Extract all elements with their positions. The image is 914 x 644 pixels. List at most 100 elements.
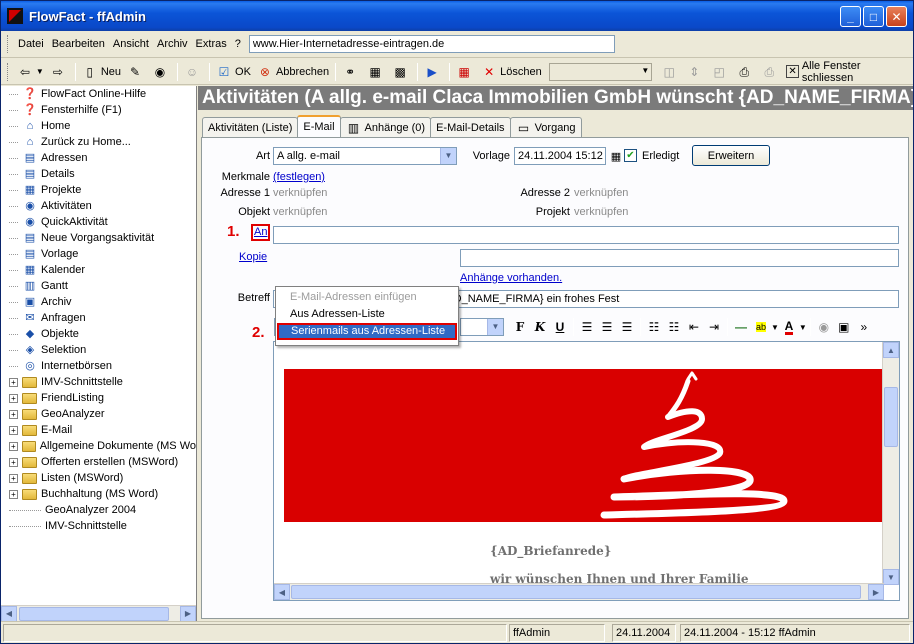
- scroll-up-button[interactable]: ▲: [883, 342, 899, 358]
- menu-ansicht[interactable]: Ansicht: [109, 38, 153, 50]
- an-input[interactable]: [273, 226, 899, 244]
- tree-item[interactable]: ❓ Fensterhilfe (F1): [1, 102, 196, 118]
- minimize-button[interactable]: _: [840, 6, 861, 27]
- new-button[interactable]: ▯ Neu: [79, 61, 124, 83]
- tree-item[interactable]: ▤ Details: [1, 166, 196, 182]
- tree-item[interactable]: ⌂ Zurück zu Home...: [1, 134, 196, 150]
- bullet-list-button[interactable]: ☷: [664, 317, 684, 337]
- align-center-button[interactable]: ☰: [597, 317, 617, 337]
- tool-button[interactable]: ✎: [124, 61, 149, 83]
- scroll-left-button[interactable]: ◀: [1, 605, 17, 621]
- email-body-editor[interactable]: {AD_Briefanrede} wir wünschen Ihnen und …: [273, 341, 900, 601]
- bold-button[interactable]: F: [510, 317, 530, 337]
- art-select[interactable]: A allg. e-mail ▼: [273, 147, 457, 165]
- tab-process[interactable]: ▭ Vorgang: [509, 117, 582, 137]
- expand-icon[interactable]: +: [9, 441, 18, 451]
- print-button[interactable]: ⎙: [758, 61, 783, 83]
- chevron-down-icon[interactable]: ▼: [771, 323, 779, 332]
- expand-icon[interactable]: +: [9, 377, 18, 387]
- tree-item[interactable]: ▤ Adressen: [1, 150, 196, 166]
- align-right-button[interactable]: ☰: [617, 317, 637, 337]
- tree-item[interactable]: ◈ Selektion: [1, 342, 196, 358]
- export-button[interactable]: ⎙: [733, 61, 758, 83]
- menu-grip[interactable]: [7, 35, 10, 53]
- tree-item[interactable]: ◉ QuickAktivität: [1, 214, 196, 230]
- projekt-value[interactable]: verknüpfen: [574, 206, 628, 218]
- insert-image-button[interactable]: ▣: [834, 317, 854, 337]
- search-button[interactable]: ⚭: [339, 61, 364, 83]
- font-size-select[interactable]: ▼: [460, 318, 504, 336]
- chevron-down-icon[interactable]: ▼: [487, 319, 503, 335]
- expand-icon[interactable]: +: [9, 393, 18, 403]
- horizontal-line-button[interactable]: —: [731, 317, 751, 337]
- tree-folder[interactable]: + Offerten erstellen (MSWord): [1, 454, 196, 470]
- chevron-down-icon[interactable]: ▼: [799, 323, 807, 332]
- forward-button[interactable]: ⇨: [47, 61, 72, 83]
- play-button[interactable]: ▶: [421, 61, 446, 83]
- tree-folder[interactable]: + Listen (MSWord): [1, 470, 196, 486]
- tab-attachments[interactable]: ▥ Anhänge (0): [339, 117, 432, 137]
- tree-folder[interactable]: + Allgemeine Dokumente (MS Wo: [1, 438, 196, 454]
- tree-folder[interactable]: + Buchhaltung (MS Word): [1, 486, 196, 502]
- adresse1-value[interactable]: verknüpfen: [273, 187, 327, 199]
- objekt-value[interactable]: verknüpfen: [273, 206, 327, 218]
- font-color-button[interactable]: A: [779, 317, 799, 337]
- editor-horizontal-scrollbar[interactable]: ◀ ▶: [274, 583, 884, 600]
- nav3-button[interactable]: ◰: [708, 61, 733, 83]
- view-button[interactable]: ◉: [149, 61, 174, 83]
- menu-help[interactable]: ?: [231, 38, 245, 50]
- close-button[interactable]: ✕: [886, 6, 907, 27]
- close-all-button[interactable]: ✕ Alle Fenster schliessen: [783, 60, 913, 84]
- tree-item[interactable]: ▦ Projekte: [1, 182, 196, 198]
- align-left-button[interactable]: ☰: [577, 317, 597, 337]
- menu-archiv[interactable]: Archiv: [153, 38, 192, 50]
- tree-folder[interactable]: + E-Mail: [1, 422, 196, 438]
- calendar-picker-icon[interactable]: ▦: [608, 149, 624, 165]
- tree-item[interactable]: ◉ Aktivitäten: [1, 198, 196, 214]
- tab-activities-list[interactable]: Aktivitäten (Liste): [202, 117, 299, 137]
- people-button[interactable]: ☺: [181, 61, 206, 83]
- delete-table-button[interactable]: ▦: [453, 61, 478, 83]
- tree-item[interactable]: ✉ Anfragen: [1, 310, 196, 326]
- filter-button[interactable]: ▩: [389, 61, 414, 83]
- toolbar-grip[interactable]: [7, 62, 10, 81]
- tree-item[interactable]: ◆ Objekte: [1, 326, 196, 342]
- expand-icon[interactable]: +: [9, 409, 18, 419]
- tree-folder[interactable]: + IMV-Schnittstelle: [1, 374, 196, 390]
- tree-item[interactable]: IMV-Schnittstelle: [1, 518, 196, 534]
- tree-horizontal-scrollbar[interactable]: ◀ ▶: [1, 605, 196, 621]
- back-button[interactable]: ⇦ ▼: [14, 61, 47, 83]
- highlight-button[interactable]: ab: [751, 317, 771, 337]
- tree-item[interactable]: ▥ Gantt: [1, 278, 196, 294]
- scroll-thumb[interactable]: [291, 585, 861, 599]
- scroll-right-button[interactable]: ▶: [868, 584, 884, 600]
- scroll-thumb[interactable]: [884, 387, 898, 447]
- attachments-link[interactable]: Anhänge vorhanden.: [460, 272, 562, 284]
- tree-item[interactable]: ▤ Vorlage: [1, 246, 196, 262]
- tree-folder[interactable]: + FriendListing: [1, 390, 196, 406]
- table-search-button[interactable]: ▦: [364, 61, 389, 83]
- scroll-right-button[interactable]: ▶: [180, 605, 196, 621]
- expand-icon[interactable]: +: [9, 473, 18, 483]
- toolbar-combo[interactable]: [548, 62, 653, 81]
- more-options-button[interactable]: »: [854, 317, 874, 337]
- nav2-button[interactable]: ⇕: [683, 61, 708, 83]
- nav-button[interactable]: ◫: [658, 61, 683, 83]
- expand-icon[interactable]: +: [9, 425, 18, 435]
- address-input[interactable]: [248, 35, 615, 53]
- scroll-thumb[interactable]: [19, 606, 169, 621]
- italic-button[interactable]: K: [530, 317, 550, 337]
- tree-item[interactable]: ▦ Kalender: [1, 262, 196, 278]
- menu-datei[interactable]: Datei: [14, 38, 48, 50]
- an-link[interactable]: An: [251, 224, 271, 241]
- expand-icon[interactable]: +: [9, 489, 18, 499]
- numbered-list-button[interactable]: ☷: [644, 317, 664, 337]
- menu-item-from-address-list[interactable]: Aus Adressen-Liste: [276, 306, 458, 323]
- chevron-down-icon[interactable]: ▼: [440, 148, 456, 164]
- editor-vertical-scrollbar[interactable]: ▲ ▼: [882, 342, 899, 585]
- kopie-link[interactable]: Kopie: [239, 251, 267, 263]
- erledigt-checkbox[interactable]: ✔: [624, 149, 637, 162]
- expand-icon[interactable]: +: [9, 457, 18, 467]
- outdent-button[interactable]: ⇤: [684, 317, 704, 337]
- menu-extras[interactable]: Extras: [192, 38, 231, 50]
